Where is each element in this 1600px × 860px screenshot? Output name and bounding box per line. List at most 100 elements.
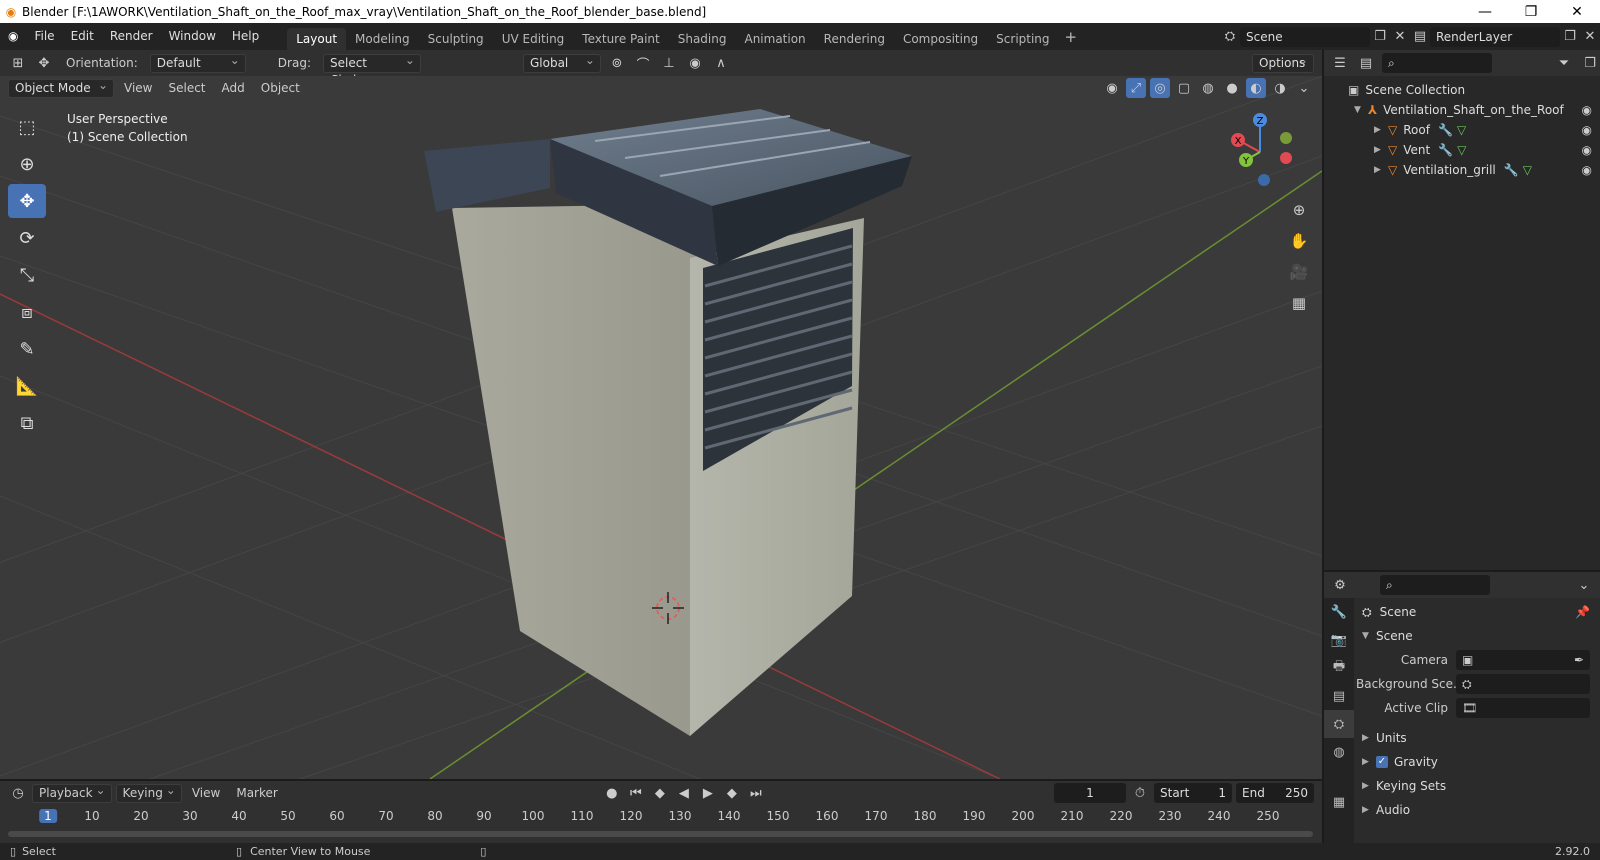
properties-search[interactable]: ⌕ <box>1380 575 1490 595</box>
scene-selector[interactable]: Scene <box>1240 26 1370 47</box>
expand-icon[interactable]: ▶ <box>1374 165 1388 175</box>
transform-icon[interactable]: ⧈ <box>8 295 46 329</box>
gizmo-neg-y-icon[interactable] <box>1280 132 1292 144</box>
add-workspace-icon[interactable]: + <box>1059 28 1084 46</box>
options-dropdown[interactable]: Options <box>1252 52 1314 73</box>
frame-ruler[interactable]: 1 10 20 30 40 50 60 70 80 90 100 110 120… <box>0 807 1322 827</box>
visibility-eye-icon[interactable]: ◉ <box>1582 103 1592 117</box>
properties-options-icon[interactable]: ⌄ <box>1574 575 1594 595</box>
gizmo-neg-x-icon[interactable] <box>1280 152 1292 164</box>
menu-help[interactable]: Help <box>224 23 267 50</box>
mode-dropdown[interactable]: Object Mode <box>8 77 114 98</box>
menu-add[interactable]: Add <box>216 81 251 95</box>
start-frame-field[interactable]: Start 1 <box>1154 783 1232 803</box>
render-layer-selector[interactable]: RenderLayer <box>1430 26 1560 47</box>
preview-range-icon[interactable]: ⏱ <box>1130 783 1150 803</box>
close-button[interactable]: ✕ <box>1554 4 1600 20</box>
new-layer-icon[interactable]: ❐ <box>1560 27 1580 47</box>
measure-icon[interactable]: 📐 <box>8 369 46 403</box>
eyedropper-icon[interactable]: ✒ <box>1574 653 1584 667</box>
record-icon[interactable]: ● <box>602 783 622 803</box>
display-mode-icon[interactable]: ▤ <box>1356 53 1376 73</box>
tab-shading[interactable]: Shading <box>669 28 736 50</box>
timeline-view-menu[interactable]: View <box>186 786 226 800</box>
delete-scene-icon[interactable]: ✕ <box>1390 27 1410 47</box>
ortho-grid-icon[interactable]: ▦ <box>1286 289 1312 317</box>
tab-scripting[interactable]: Scripting <box>987 28 1058 50</box>
properties-editor-icon[interactable]: ⚙ <box>1330 575 1350 595</box>
select-box-icon[interactable]: ⬚ <box>8 110 46 144</box>
editor-type-icon[interactable]: ⊞ <box>8 53 28 73</box>
gizmo-toggle-icon[interactable]: ⤢ <box>1126 78 1146 98</box>
panel-units-header[interactable]: ▶ Units <box>1356 726 1600 750</box>
panel-gravity-header[interactable]: ▶ ✓ Gravity <box>1356 750 1600 774</box>
world-tab-icon[interactable]: ◍ <box>1324 738 1354 766</box>
active-clip-field[interactable]: 🎞 <box>1456 698 1590 718</box>
outliner-collection[interactable]: ▼ ⅄ Ventilation_Shaft_on_the_Roof ◉ <box>1324 100 1600 120</box>
snap-icon[interactable]: ⌒ <box>633 53 653 73</box>
material-shading-icon[interactable]: ◐ <box>1246 78 1266 98</box>
proportional-edit-icon[interactable]: ◉ <box>685 53 705 73</box>
tab-compositing[interactable]: Compositing <box>894 28 987 50</box>
tab-animation[interactable]: Animation <box>735 28 814 50</box>
menu-file[interactable]: File <box>26 23 62 50</box>
expand-icon[interactable]: ▶ <box>1374 145 1388 155</box>
background-scene-field[interactable]: ⛭ <box>1456 674 1590 694</box>
3d-viewport[interactable] <box>0 76 1322 779</box>
shading-options-icon[interactable]: ⌄ <box>1294 78 1314 98</box>
visibility-eye-icon[interactable]: ◉ <box>1582 123 1592 137</box>
prev-keyframe-icon[interactable]: ◆ <box>650 783 670 803</box>
visibility-icon[interactable]: ◉ <box>1102 78 1122 98</box>
render-tab-icon[interactable]: 📷 <box>1324 626 1354 654</box>
panel-scene-header[interactable]: ▼ Scene <box>1356 624 1600 648</box>
navigation-gizmo[interactable]: Z X Y <box>1230 112 1300 192</box>
current-frame-field[interactable]: 1 <box>1054 783 1126 803</box>
menu-object[interactable]: Object <box>255 81 306 95</box>
pivot-icon[interactable]: ⊚ <box>607 53 627 73</box>
menu-render[interactable]: Render <box>102 23 161 50</box>
menu-window[interactable]: Window <box>161 23 224 50</box>
orientation-dropdown[interactable]: Default <box>149 52 246 73</box>
marker-menu[interactable]: Marker <box>230 786 283 800</box>
tab-layout[interactable]: Layout <box>287 28 347 50</box>
rotate-icon[interactable]: ⟳ <box>8 221 46 255</box>
filter-icon[interactable]: ⏷ <box>1554 53 1574 73</box>
panel-keying-sets-header[interactable]: ▶ Keying Sets <box>1356 774 1600 798</box>
pan-hand-icon[interactable]: ✋ <box>1286 227 1312 255</box>
delete-layer-icon[interactable]: ✕ <box>1580 27 1600 47</box>
tab-modeling[interactable]: Modeling <box>346 28 419 50</box>
panel-audio-header[interactable]: ▶ Audio <box>1356 798 1600 822</box>
play-reverse-icon[interactable]: ◀ <box>674 783 694 803</box>
menu-select[interactable]: Select <box>162 81 211 95</box>
xray-icon[interactable]: ▢ <box>1174 78 1194 98</box>
outliner-object-roof[interactable]: ▶ ▽ Roof 🔧 ▽ ◉ <box>1324 120 1600 140</box>
play-icon[interactable]: ▶ <box>698 783 718 803</box>
gravity-checkbox[interactable]: ✓ <box>1376 756 1388 768</box>
blender-menu-icon[interactable]: ◉ <box>0 23 26 50</box>
jump-end-icon[interactable]: ⏭ <box>746 783 766 803</box>
add-cube-icon[interactable]: ⧉ <box>8 406 46 440</box>
expand-icon[interactable]: ▶ <box>1374 125 1388 135</box>
expand-icon[interactable]: ▼ <box>1354 105 1368 115</box>
wireframe-shading-icon[interactable]: ◍ <box>1198 78 1218 98</box>
outliner-editor-icon[interactable]: ☰ <box>1330 53 1350 73</box>
jump-start-icon[interactable]: ⏮ <box>626 783 646 803</box>
minimize-button[interactable]: — <box>1462 4 1508 20</box>
scene-tab-icon[interactable]: ⛭ <box>1324 710 1354 738</box>
texture-tab-icon[interactable]: ▦ <box>1324 788 1354 816</box>
outliner-search[interactable]: ⌕ <box>1382 53 1492 73</box>
overlay-toggle-icon[interactable]: ◎ <box>1150 78 1170 98</box>
falloff-icon[interactable]: ∧ <box>711 53 731 73</box>
tool-tab-icon[interactable]: 🔧 <box>1324 598 1354 626</box>
zoom-icon[interactable]: ⊕ <box>1286 196 1312 224</box>
new-scene-icon[interactable]: ❐ <box>1370 27 1390 47</box>
annotate-icon[interactable]: ✎ <box>8 332 46 366</box>
rendered-shading-icon[interactable]: ◑ <box>1270 78 1290 98</box>
scale-icon[interactable]: ⤡ <box>8 258 46 292</box>
tab-texture-paint[interactable]: Texture Paint <box>573 28 668 50</box>
end-frame-field[interactable]: End 250 <box>1236 783 1314 803</box>
solid-shading-icon[interactable]: ● <box>1222 78 1242 98</box>
outliner-object-ventilation-grill[interactable]: ▶ ▽ Ventilation_grill 🔧 ▽ ◉ <box>1324 160 1600 180</box>
tab-sculpting[interactable]: Sculpting <box>419 28 493 50</box>
camera-field[interactable]: ▣ ✒ <box>1456 650 1590 670</box>
